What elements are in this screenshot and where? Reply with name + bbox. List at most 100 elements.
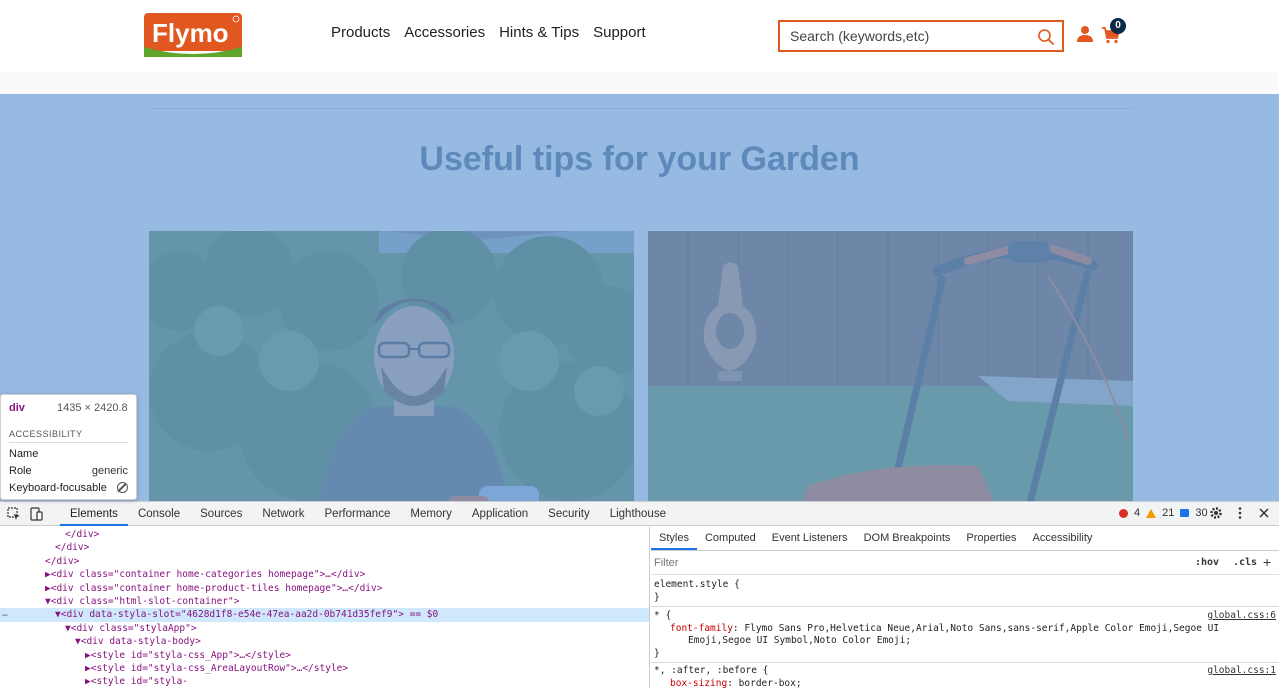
css-value[interactable]: Emoji,Segoe UI Symbol,Noto Color Emoji; bbox=[688, 635, 911, 646]
tooltip-row-label: Name bbox=[9, 448, 39, 460]
subtab-properties[interactable]: Properties bbox=[958, 527, 1024, 550]
tooltip-row-label: Role bbox=[9, 465, 32, 477]
dom-node-text: </div> bbox=[65, 529, 100, 540]
rule-divider bbox=[651, 606, 1279, 607]
dom-node-text: ▼<div data-styla-slot="4628d1f8-e54e-47e… bbox=[55, 609, 439, 621]
more-options-icon[interactable] bbox=[1232, 505, 1248, 526]
section-title: Useful tips for your Garden bbox=[419, 140, 860, 178]
css-property[interactable]: font-family bbox=[670, 623, 733, 634]
tab-performance[interactable]: Performance bbox=[315, 502, 401, 526]
inspect-element-icon[interactable] bbox=[6, 506, 22, 522]
tip-card-mower[interactable] bbox=[648, 231, 1133, 501]
tip-card-hedge[interactable] bbox=[149, 231, 634, 501]
elements-tree: </div> </div> </div> ▶<div class="container… bbox=[0, 527, 650, 688]
tab-network[interactable]: Network bbox=[252, 502, 314, 526]
tips-section: Useful tips for your Garden bbox=[0, 94, 1279, 501]
subtab-accessibility[interactable]: Accessibility bbox=[1025, 527, 1101, 550]
nav-support[interactable]: Support bbox=[593, 24, 646, 41]
tab-lighthouse[interactable]: Lighthouse bbox=[600, 502, 676, 526]
rule-selector: *, :after, :before { bbox=[654, 665, 769, 676]
nav-accessories[interactable]: Accessories bbox=[404, 24, 485, 41]
tab-sources[interactable]: Sources bbox=[190, 502, 252, 526]
subtab-dom-breakpoints[interactable]: DOM Breakpoints bbox=[856, 527, 959, 550]
styles-subtabs: Styles Computed Event Listeners DOM Brea… bbox=[651, 527, 1279, 551]
dom-node[interactable]: ▶<style id="styla- bbox=[0, 675, 649, 688]
tooltip-row-focusable: Keyboard-focusable bbox=[9, 482, 128, 494]
devtools-tabs: Elements Console Sources Network Perform… bbox=[60, 502, 676, 526]
tooltip-row-role: Role generic bbox=[9, 465, 128, 477]
tooltip-row-value: generic bbox=[91, 465, 128, 477]
header-spacer bbox=[0, 72, 1279, 94]
devtools-panel: Elements Console Sources Network Perform… bbox=[0, 501, 1279, 688]
rule-universal[interactable]: * {global.css:6 font-family: Flymo Sans … bbox=[654, 610, 1276, 660]
tab-application[interactable]: Application bbox=[462, 502, 538, 526]
css-value[interactable]: Flymo Sans Pro,Helvetica Neue,Arial,Noto… bbox=[744, 623, 1219, 634]
dom-node-selected[interactable]: ▼<div data-styla-slot="4628d1f8-e54e-47e… bbox=[0, 608, 649, 622]
dom-node[interactable]: </div> bbox=[0, 528, 649, 541]
subtab-styles[interactable]: Styles bbox=[651, 527, 697, 550]
tooltip-tag: div bbox=[9, 402, 25, 414]
dom-node[interactable]: ▶<style id="styla-css_App">…</style> bbox=[0, 649, 649, 662]
dom-node-text: ▶<style id="styla- bbox=[85, 676, 188, 688]
settings-gear-icon[interactable] bbox=[1208, 505, 1224, 526]
dom-node[interactable]: </div> bbox=[0, 555, 649, 568]
rule-close: } bbox=[654, 591, 660, 603]
styles-pane: Styles Computed Event Listeners DOM Brea… bbox=[651, 527, 1279, 688]
new-rule-button[interactable]: + bbox=[1263, 554, 1271, 570]
dom-node-text: </div> bbox=[55, 542, 90, 554]
cart-count-badge: 0 bbox=[1110, 18, 1126, 34]
dom-node[interactable]: ▼<div class="html-slot-container"> bbox=[0, 595, 649, 608]
tooltip-row-name: Name bbox=[9, 448, 128, 460]
dom-node[interactable]: </div> bbox=[0, 541, 649, 554]
tab-security[interactable]: Security bbox=[538, 502, 600, 526]
dom-node[interactable]: ▶<div class="container home-product-tile… bbox=[0, 582, 649, 595]
rule-source-link[interactable]: global.css:1 bbox=[1207, 665, 1276, 678]
search-icon[interactable] bbox=[1036, 27, 1056, 47]
dom-node-text: ▶<style id="styla-css_App">…</style> bbox=[85, 649, 291, 661]
device-toolbar-icon[interactable] bbox=[28, 506, 44, 522]
search-input[interactable] bbox=[780, 22, 1020, 50]
nav-products[interactable]: Products bbox=[331, 24, 390, 41]
dom-node-text: ▼<div class="stylaApp"> bbox=[65, 622, 197, 634]
console-status-counts[interactable]: 4 21 30 bbox=[1119, 507, 1208, 519]
css-value[interactable]: border-box; bbox=[739, 678, 802, 688]
logo-text: Flymo bbox=[152, 18, 229, 48]
dom-node-text: ▶<style id="styla-css_AreaLayoutRow">…</… bbox=[85, 663, 349, 674]
class-toggle[interactable]: .cls bbox=[1233, 557, 1257, 568]
rule-close: } bbox=[654, 647, 660, 659]
dom-node[interactable]: ▼<div class="stylaApp"> bbox=[0, 622, 649, 635]
inspector-tooltip: div 1435 × 2420.8 ACCESSIBILITY Name Rol… bbox=[0, 394, 137, 500]
tooltip-section-heading: ACCESSIBILITY bbox=[9, 429, 128, 443]
dom-node[interactable]: ▶<style id="styla-css_AreaLayoutRow">…</… bbox=[0, 662, 649, 675]
tooltip-row-label: Keyboard-focusable bbox=[9, 482, 107, 494]
user-icon[interactable] bbox=[1076, 25, 1094, 43]
subtab-event-listeners[interactable]: Event Listeners bbox=[764, 527, 856, 550]
site-header: Flymo Products Accessories Hints & Tips … bbox=[0, 0, 1279, 72]
close-devtools-icon[interactable] bbox=[1256, 505, 1272, 526]
dom-node[interactable]: ▶<div class="container home-categories h… bbox=[0, 568, 649, 581]
subtab-computed[interactable]: Computed bbox=[697, 527, 764, 550]
rule-source-link[interactable]: global.css:6 bbox=[1207, 610, 1276, 623]
tooltip-size: 1435 × 2420.8 bbox=[57, 402, 128, 414]
rule-pseudo[interactable]: *, :after, :before { global.css:1 box-siz… bbox=[654, 665, 1276, 688]
rule-divider bbox=[651, 662, 1279, 663]
section-divider bbox=[149, 108, 1133, 109]
main-nav: Products Accessories Hints & Tips Suppor… bbox=[331, 24, 646, 41]
hover-state-toggle[interactable]: :hov bbox=[1195, 557, 1219, 568]
error-icon bbox=[1119, 508, 1128, 518]
dom-node-text: </div> bbox=[45, 555, 80, 567]
tab-elements[interactable]: Elements bbox=[60, 502, 128, 526]
node-actions-ellipsis-icon[interactable]: … bbox=[2, 608, 8, 619]
rule-element-style[interactable]: element.style { } bbox=[654, 579, 1276, 604]
tab-memory[interactable]: Memory bbox=[400, 502, 462, 526]
devtools-actions bbox=[1208, 505, 1272, 526]
styles-filter-input[interactable] bbox=[654, 554, 1186, 572]
tab-console[interactable]: Console bbox=[128, 502, 190, 526]
message-count: 30 bbox=[1195, 507, 1208, 519]
styles-filter-bar: :hov .cls + bbox=[651, 551, 1279, 575]
css-property[interactable]: box-sizing bbox=[670, 678, 727, 688]
nav-hints-tips[interactable]: Hints & Tips bbox=[499, 24, 579, 41]
dom-node[interactable]: ▼<div data-styla-body> bbox=[0, 635, 649, 648]
lawn-mower-photo bbox=[648, 231, 1133, 501]
flymo-logo[interactable]: Flymo bbox=[144, 13, 242, 57]
